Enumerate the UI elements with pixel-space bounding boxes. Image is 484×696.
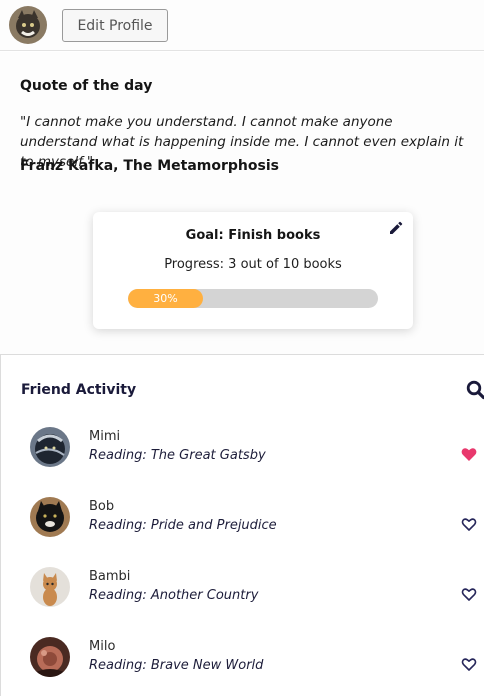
top-bar: Edit Profile xyxy=(0,0,484,51)
heart-outline-icon[interactable] xyxy=(461,657,477,672)
friend-item: Bob Reading: Pride and Prejudice xyxy=(1,497,484,557)
friend-name: Bob xyxy=(89,499,115,514)
progress-fill: 30% xyxy=(128,289,203,308)
friend-activity-section: Friend Activity Mimi Reading: The Great … xyxy=(0,354,484,696)
friend-item: Mimi Reading: The Great Gatsby xyxy=(1,427,484,487)
friend-item: Bambi Reading: Another Country xyxy=(1,567,484,627)
friend-item: Milo Reading: Brave New World xyxy=(1,637,484,696)
friend-avatar[interactable] xyxy=(30,497,70,537)
friend-activity-title: Friend Activity xyxy=(21,382,137,398)
heart-outline-icon[interactable] xyxy=(461,587,477,602)
quote-heading: Quote of the day xyxy=(20,78,153,94)
friend-reading: Reading: Pride and Prejudice xyxy=(89,518,277,533)
quote-section: Quote of the day "I cannot make you unde… xyxy=(0,52,484,354)
pencil-edit-icon[interactable] xyxy=(388,220,404,236)
friend-reading: Reading: Another Country xyxy=(89,588,259,603)
heart-filled-icon[interactable] xyxy=(461,447,477,462)
friend-avatar[interactable] xyxy=(30,637,70,677)
friend-name: Milo xyxy=(89,639,116,654)
friend-reading: Reading: Brave New World xyxy=(89,658,264,673)
quote-author: Franz Kafka, The Metamorphosis xyxy=(20,158,279,174)
profile-avatar[interactable] xyxy=(9,6,47,44)
friend-reading: Reading: The Great Gatsby xyxy=(89,448,266,463)
friend-avatar[interactable] xyxy=(30,427,70,467)
progress-bar: 30% xyxy=(128,289,378,308)
heart-outline-icon[interactable] xyxy=(461,517,477,532)
friend-name: Bambi xyxy=(89,569,131,584)
edit-profile-button[interactable]: Edit Profile xyxy=(62,9,168,42)
goal-card: Goal: Finish books Progress: 3 out of 10… xyxy=(93,212,413,329)
goal-progress-text: Progress: 3 out of 10 books xyxy=(164,257,342,272)
friend-name: Mimi xyxy=(89,429,121,444)
goal-title: Goal: Finish books xyxy=(185,228,321,243)
search-icon[interactable] xyxy=(466,380,484,400)
friend-avatar[interactable] xyxy=(30,567,70,607)
